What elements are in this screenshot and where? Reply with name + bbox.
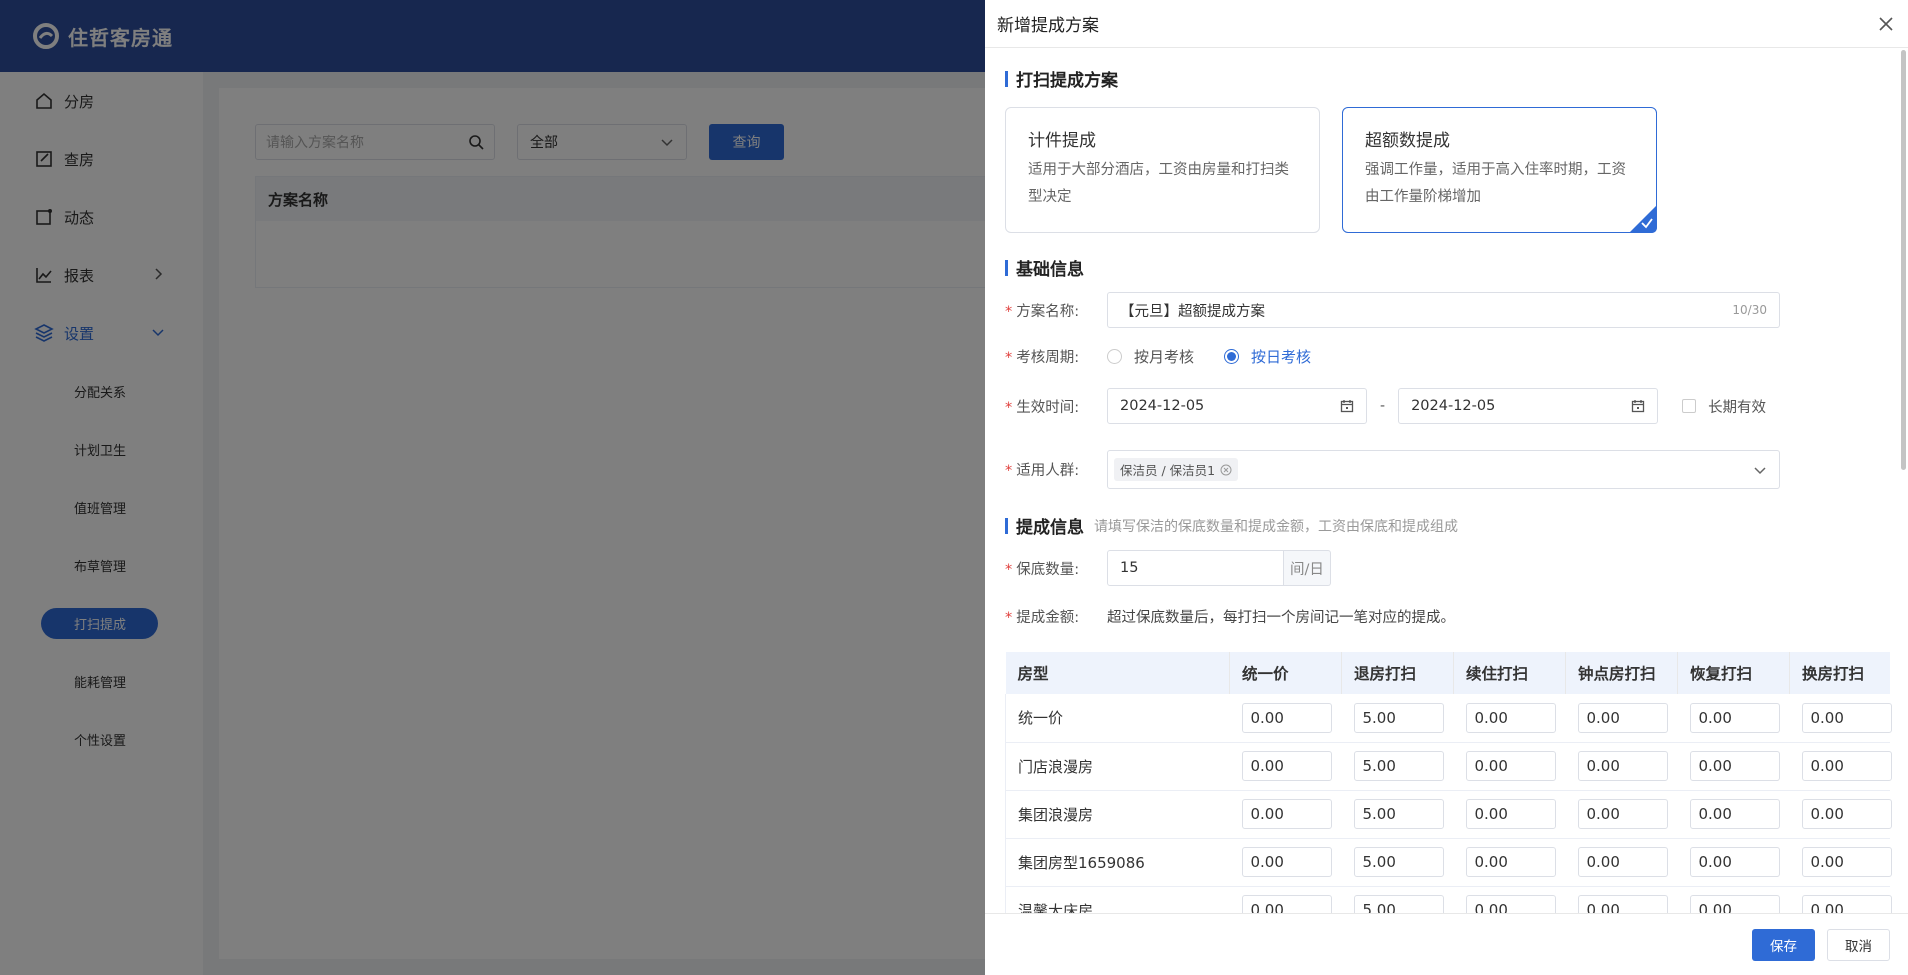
- plan-name: 超额数提成: [1365, 131, 1450, 151]
- col-restore: 恢复打扫: [1677, 652, 1790, 694]
- drawer-footer: 保存 取消: [985, 913, 1908, 975]
- price-input[interactable]: 0.00: [1241, 751, 1332, 781]
- col-room-change: 换房打扫: [1789, 652, 1890, 694]
- room-type-cell: 集团浪漫房: [1005, 790, 1230, 839]
- price-input[interactable]: 0.00: [1465, 895, 1556, 913]
- price-input[interactable]: 0.00: [1689, 751, 1780, 781]
- price-input[interactable]: 5.00: [1353, 847, 1444, 877]
- amount-desc: 超过保底数量后，每打扫一个房间记一笔对应的提成。: [1107, 609, 1455, 626]
- col-unified: 统一价: [1229, 652, 1342, 694]
- room-type-cell: 统一价: [1005, 694, 1230, 743]
- end-date-picker[interactable]: 2024-12-05: [1398, 388, 1659, 424]
- plan-type-options: 计件提成 适用于大部分酒店，工资由房量和打扫类型决定 超额数提成 强调工作量，适…: [1005, 107, 1888, 233]
- amount-label: * 提成金额:: [1005, 609, 1080, 626]
- room-type-cell: 集团房型1659086: [1005, 838, 1230, 887]
- price-input[interactable]: 0.00: [1689, 847, 1780, 877]
- price-input[interactable]: 0.00: [1465, 847, 1556, 877]
- price-input[interactable]: 0.00: [1465, 799, 1556, 829]
- long-term-checkbox[interactable]: 长期有效: [1682, 396, 1766, 417]
- form-row-cycle: * 考核周期: 按月考核 按日考核: [1005, 338, 1888, 374]
- price-input[interactable]: 0.00: [1241, 799, 1332, 829]
- plan-card-excess[interactable]: 超额数提成 强调工作量，适用于高入住率时期，工资由工作量阶梯增加: [1342, 107, 1657, 233]
- drawer-title: 新增提成方案: [997, 16, 1099, 36]
- room-type-cell: 温馨大床房: [1005, 886, 1230, 913]
- base-label: * 保底数量:: [1005, 561, 1080, 578]
- plan-name: 计件提成: [1028, 131, 1096, 151]
- price-input[interactable]: 0.00: [1689, 702, 1780, 733]
- form-row-base: * 保底数量: 15 间/日: [1005, 550, 1888, 586]
- table-row: 统一价 0.00 5.00 0.00 0.00 0.00 0.00: [1005, 694, 1892, 743]
- section-commission-title: 提成信息 请填写保洁的保底数量和提成金额，工资由保底和提成组成: [1005, 513, 1888, 538]
- form-row-crowd: * 适用人群: 保洁员 / 保洁员1: [1005, 450, 1888, 489]
- commission-table: 房型 统一价 退房打扫 续住打扫 钟点房打扫 恢复打扫 换房打扫 统一价 0.0…: [1005, 652, 1892, 913]
- remove-tag-icon[interactable]: [1220, 464, 1232, 476]
- base-quantity-input[interactable]: 15: [1107, 550, 1284, 586]
- price-input[interactable]: 0.00: [1689, 895, 1780, 913]
- price-input[interactable]: 0.00: [1577, 847, 1668, 877]
- price-input[interactable]: 0.00: [1689, 799, 1780, 829]
- plan-name-input[interactable]: 【元旦】超额提成方案 10/30: [1107, 292, 1780, 328]
- plan-card-piecework[interactable]: 计件提成 适用于大部分酒店，工资由房量和打扫类型决定: [1005, 107, 1320, 233]
- chevron-down-icon: [1754, 466, 1766, 474]
- cycle-label: * 考核周期:: [1005, 349, 1080, 366]
- price-input[interactable]: 0.00: [1801, 847, 1892, 877]
- price-input[interactable]: 0.00: [1241, 895, 1332, 913]
- calendar-icon: [1631, 400, 1645, 413]
- crowd-select[interactable]: 保洁员 / 保洁员1: [1107, 450, 1780, 489]
- table-header-row: 房型 统一价 退房打扫 续住打扫 钟点房打扫 恢复打扫 换房打扫: [1005, 652, 1890, 694]
- table-row: 集团浪漫房 0.00 5.00 0.00 0.00 0.00 0.00: [1005, 790, 1892, 839]
- price-input[interactable]: 5.00: [1353, 702, 1444, 733]
- section-plan-title: 打扫提成方案: [1005, 66, 1888, 91]
- section-basic-title: 基础信息: [1005, 255, 1888, 280]
- price-input[interactable]: 0.00: [1577, 799, 1668, 829]
- plan-desc: 适用于大部分酒店，工资由房量和打扫类型决定: [1028, 162, 1289, 205]
- table-row: 温馨大床房 0.00 5.00 0.00 0.00 0.00 0.00: [1005, 886, 1892, 913]
- col-checkout: 退房打扫: [1341, 652, 1454, 694]
- price-input[interactable]: 0.00: [1465, 751, 1556, 781]
- selected-tag: 保洁员 / 保洁员1: [1114, 458, 1239, 481]
- drawer-header: 新增提成方案: [985, 0, 1908, 48]
- table-row: 集团房型1659086 0.00 5.00 0.00 0.00 0.00 0.0…: [1005, 838, 1892, 887]
- date-separator: -: [1380, 398, 1386, 414]
- price-input[interactable]: 0.00: [1577, 702, 1668, 733]
- commission-hint: 请填写保洁的保底数量和提成金额，工资由保底和提成组成: [1094, 518, 1458, 535]
- effective-label: * 生效时间:: [1005, 399, 1080, 416]
- table-row: 门店浪漫房 0.00 5.00 0.00 0.00 0.00 0.00: [1005, 742, 1892, 791]
- cancel-button[interactable]: 取消: [1827, 928, 1890, 961]
- price-input[interactable]: 0.00: [1801, 799, 1892, 829]
- price-input[interactable]: 0.00: [1577, 751, 1668, 781]
- start-date-picker[interactable]: 2024-12-05: [1107, 388, 1367, 424]
- form-row-name: * 方案名称: 【元旦】超额提成方案 10/30: [1005, 292, 1888, 328]
- save-button[interactable]: 保存: [1752, 928, 1815, 961]
- price-input[interactable]: 0.00: [1577, 895, 1668, 913]
- char-counter: 10/30: [1732, 303, 1767, 317]
- selected-check-icon: [1629, 205, 1657, 233]
- price-input[interactable]: 0.00: [1241, 847, 1332, 877]
- price-input[interactable]: 0.00: [1241, 702, 1332, 733]
- add-commission-drawer: 新增提成方案 打扫提成方案 计件提成 适用于大部分酒店，工资由房量和打扫类型决定…: [985, 0, 1908, 975]
- price-input[interactable]: 0.00: [1465, 702, 1556, 733]
- close-icon[interactable]: [1876, 14, 1896, 34]
- price-input[interactable]: 5.00: [1353, 895, 1444, 913]
- room-type-cell: 门店浪漫房: [1005, 742, 1230, 791]
- plan-name-value: 【元旦】超额提成方案: [1120, 303, 1265, 320]
- crowd-label: * 适用人群:: [1005, 463, 1080, 479]
- calendar-icon: [1340, 400, 1354, 413]
- col-stayover: 续住打扫: [1453, 652, 1566, 694]
- col-room-type: 房型: [1005, 652, 1230, 694]
- name-label: * 方案名称:: [1005, 303, 1080, 320]
- radio-daily[interactable]: 按日考核: [1224, 346, 1311, 367]
- radio-monthly[interactable]: 按月考核: [1107, 346, 1194, 367]
- base-unit-addon: 间/日: [1284, 550, 1331, 586]
- col-hourly: 钟点房打扫: [1565, 652, 1678, 694]
- price-input[interactable]: 5.00: [1353, 751, 1444, 781]
- price-input[interactable]: 0.00: [1801, 895, 1892, 913]
- price-input[interactable]: 0.00: [1801, 702, 1892, 733]
- form-row-amount: * 提成金额: 超过保底数量后，每打扫一个房间记一笔对应的提成。: [1005, 598, 1888, 634]
- drawer-body: 打扫提成方案 计件提成 适用于大部分酒店，工资由房量和打扫类型决定 超额数提成 …: [985, 48, 1908, 913]
- price-input[interactable]: 0.00: [1801, 751, 1892, 781]
- plan-desc: 强调工作量，适用于高入住率时期，工资由工作量阶梯增加: [1365, 162, 1626, 205]
- price-input[interactable]: 5.00: [1353, 799, 1444, 829]
- form-row-effective: * 生效时间: 2024-12-05 - 2024-12-05 长期有效: [1005, 388, 1888, 424]
